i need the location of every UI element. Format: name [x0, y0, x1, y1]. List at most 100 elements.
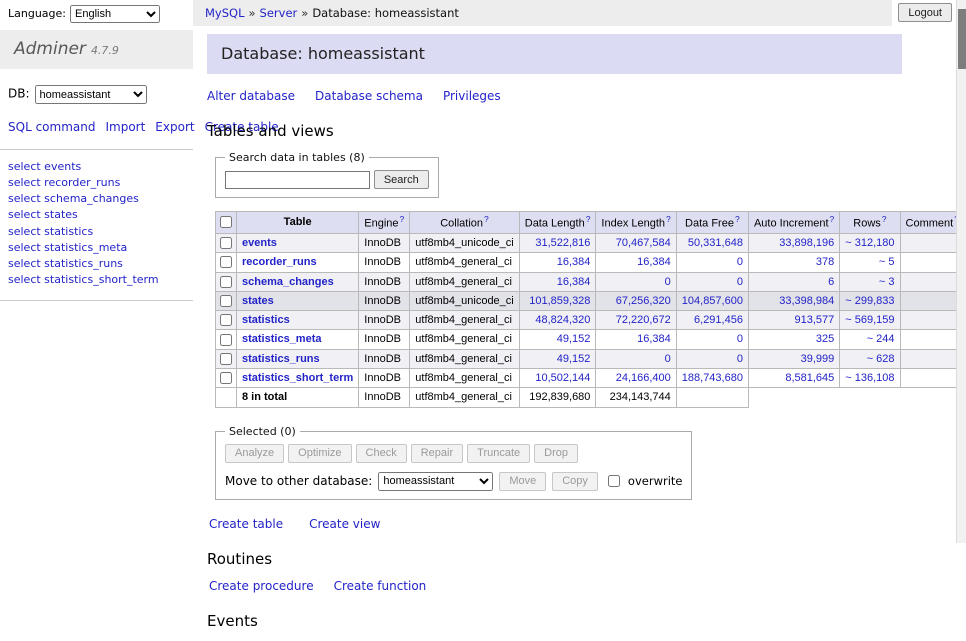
rows-link[interactable]: ~ 136,108: [845, 372, 894, 384]
data-free-link[interactable]: 6,291,456: [694, 314, 743, 326]
auto-increment-link[interactable]: 8,581,645: [785, 372, 834, 384]
data-free-link[interactable]: 104,857,600: [682, 295, 743, 307]
index-length-link[interactable]: 0: [665, 276, 671, 288]
select-all-checkbox[interactable]: [220, 216, 232, 228]
move-row: Move to other database: homeassistant Mo…: [225, 472, 682, 491]
scrollbar[interactable]: [956, 0, 966, 543]
scrollbar-thumb[interactable]: [958, 9, 966, 69]
index-length-link[interactable]: 67,256,320: [616, 295, 671, 307]
table-link-schema-changes[interactable]: schema_changes: [242, 276, 334, 288]
copy-button: Copy: [552, 472, 598, 491]
index-length-link[interactable]: 16,384: [637, 333, 671, 345]
data-free-link[interactable]: 0: [737, 276, 743, 288]
data-length-link[interactable]: 10,502,144: [535, 372, 590, 384]
link-create-function[interactable]: Create function: [334, 579, 427, 593]
db-select[interactable]: homeassistant: [35, 85, 147, 104]
data-free-link[interactable]: 0: [737, 333, 743, 345]
engine-cell: InnoDB: [359, 233, 410, 252]
help-icon[interactable]: ?: [882, 214, 887, 224]
search-button[interactable]: Search: [374, 170, 429, 189]
data-length-link[interactable]: 49,152: [557, 333, 591, 345]
rows-link[interactable]: ~ 5: [879, 256, 895, 268]
db-link-privileges[interactable]: Privileges: [443, 89, 501, 103]
index-length-link[interactable]: 16,384: [637, 256, 671, 268]
table-link-states[interactable]: states: [242, 295, 274, 307]
db-link-alter-database[interactable]: Alter database: [207, 89, 295, 103]
search-input[interactable]: [225, 171, 370, 189]
auto-increment-link[interactable]: 325: [816, 333, 834, 345]
language-select[interactable]: English: [70, 5, 160, 23]
data-free-link[interactable]: 0: [737, 353, 743, 365]
sidebar-select-events[interactable]: select events: [8, 159, 185, 175]
rows-link[interactable]: ~ 569,159: [845, 314, 894, 326]
row-checkbox-statistics-short-term[interactable]: [220, 372, 232, 384]
help-icon[interactable]: ?: [830, 214, 835, 224]
sidebar-select-schema-changes[interactable]: select schema_changes: [8, 191, 185, 207]
data-length-link[interactable]: 101,859,328: [529, 295, 590, 307]
table-link-statistics-meta[interactable]: statistics_meta: [242, 333, 322, 345]
table-link-statistics[interactable]: statistics: [242, 314, 290, 326]
data-length-link[interactable]: 48,824,320: [535, 314, 590, 326]
col-header-index-length: Index Length?: [596, 212, 676, 234]
auto-increment-link[interactable]: 33,398,984: [779, 295, 834, 307]
row-checkbox-statistics[interactable]: [220, 314, 232, 326]
data-free-link[interactable]: 0: [737, 256, 743, 268]
index-length-link[interactable]: 72,220,672: [616, 314, 671, 326]
sidebar-select-statistics-runs[interactable]: select statistics_runs: [8, 256, 185, 272]
auto-increment-link[interactable]: 6: [828, 276, 834, 288]
link-create-table[interactable]: Create table: [209, 517, 283, 531]
sidebar-select-recorder-runs[interactable]: select recorder_runs: [8, 175, 185, 191]
sidebar-link-sql-command[interactable]: SQL command: [8, 120, 95, 134]
table-link-events[interactable]: events: [242, 237, 277, 249]
row-checkbox-events[interactable]: [220, 237, 232, 249]
data-free-link[interactable]: 50,331,648: [688, 237, 743, 249]
auto-increment-link[interactable]: 913,577: [795, 314, 835, 326]
sidebar-link-export[interactable]: Export: [155, 120, 194, 134]
move-db-select[interactable]: homeassistant: [378, 472, 493, 491]
sidebar-select-statistics[interactable]: select statistics: [8, 224, 185, 240]
table-link-statistics-short-term[interactable]: statistics_short_term: [242, 372, 353, 384]
help-icon[interactable]: ?: [586, 214, 591, 224]
rows-link[interactable]: ~ 3: [879, 276, 895, 288]
help-icon[interactable]: ?: [484, 214, 489, 224]
row-checkbox-statistics-meta[interactable]: [220, 334, 232, 346]
rows-link[interactable]: ~ 299,833: [845, 295, 894, 307]
sidebar-select-statistics-short-term[interactable]: select statistics_short_term: [8, 272, 185, 288]
row-checkbox-schema-changes[interactable]: [220, 276, 232, 288]
breadcrumb-mysql[interactable]: MySQL: [205, 6, 245, 20]
data-length-link[interactable]: 16,384: [557, 276, 591, 288]
data-length-link[interactable]: 49,152: [557, 353, 591, 365]
auto-increment-link[interactable]: 39,999: [801, 353, 835, 365]
table-link-recorder-runs[interactable]: recorder_runs: [242, 256, 317, 268]
help-icon[interactable]: ?: [400, 214, 405, 224]
row-checkbox-recorder-runs[interactable]: [220, 256, 232, 268]
index-length-link[interactable]: 24,166,400: [616, 372, 671, 384]
breadcrumb-server[interactable]: Server: [260, 6, 298, 20]
logout-button[interactable]: Logout: [898, 3, 952, 22]
rows-link[interactable]: ~ 312,180: [845, 237, 894, 249]
sidebar-select-statistics-meta[interactable]: select statistics_meta: [8, 240, 185, 256]
sidebar-link-import[interactable]: Import: [105, 120, 145, 134]
auto-increment-link[interactable]: 378: [816, 256, 834, 268]
data-length-link[interactable]: 31,522,816: [535, 237, 590, 249]
data-free-link[interactable]: 188,743,680: [682, 372, 743, 384]
rows-link[interactable]: ~ 244: [867, 333, 895, 345]
help-icon[interactable]: ?: [735, 214, 740, 224]
index-length-link[interactable]: 0: [665, 353, 671, 365]
overwrite-checkbox[interactable]: [608, 475, 620, 487]
sidebar-select-states[interactable]: select states: [8, 207, 185, 223]
db-link-database-schema[interactable]: Database schema: [315, 89, 423, 103]
total-data-length: 192,839,680: [519, 388, 596, 407]
total-collation: utf8mb4_general_ci: [410, 388, 519, 407]
auto-increment-link[interactable]: 33,898,196: [779, 237, 834, 249]
row-checkbox-statistics-runs[interactable]: [220, 353, 232, 365]
index-length-link[interactable]: 70,467,584: [616, 237, 671, 249]
row-checkbox-states[interactable]: [220, 295, 232, 307]
language-label: Language:: [8, 7, 66, 20]
rows-link[interactable]: ~ 628: [867, 353, 895, 365]
table-link-statistics-runs[interactable]: statistics_runs: [242, 353, 320, 365]
help-icon[interactable]: ?: [666, 214, 671, 224]
link-create-view[interactable]: Create view: [309, 517, 380, 531]
link-create-procedure[interactable]: Create procedure: [209, 579, 314, 593]
data-length-link[interactable]: 16,384: [557, 256, 591, 268]
